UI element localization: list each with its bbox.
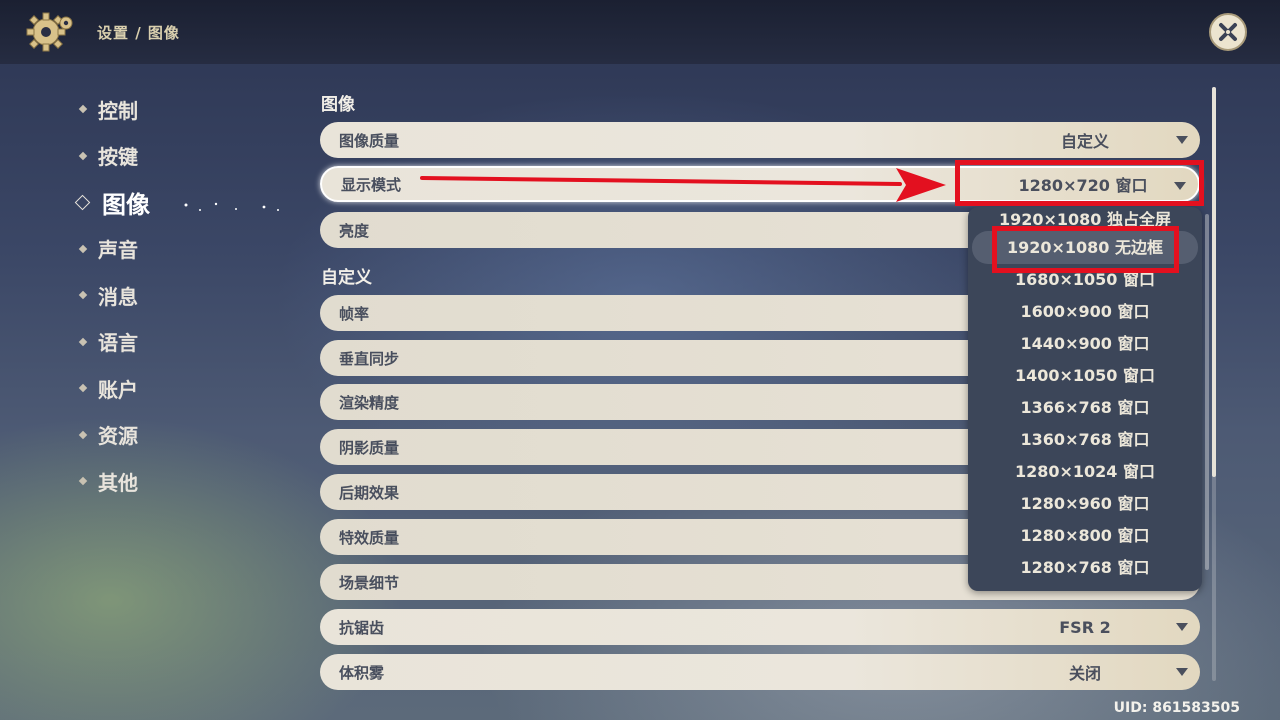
chevron-down-icon xyxy=(1176,623,1188,631)
dropdown-option[interactable]: 1280×960 窗口 xyxy=(968,488,1202,520)
sidebar-item-label: 声音 xyxy=(98,238,138,263)
setting-label: 抗锯齿 xyxy=(339,618,385,637)
setting-label: 后期效果 xyxy=(339,483,400,502)
diamond-icon xyxy=(78,105,88,114)
setting-value: 自定义 xyxy=(1060,132,1109,151)
annotation-arrow-icon xyxy=(420,168,946,202)
annotation-highlight-box-option xyxy=(992,226,1179,273)
dropdown-option[interactable]: 1366×768 窗口 xyxy=(968,392,1202,424)
sidebar-item-label: 消息 xyxy=(98,284,138,309)
diamond-icon xyxy=(78,291,88,300)
dropdown-option[interactable]: 1360×768 窗口 xyxy=(968,424,1202,456)
dropdown-option[interactable]: 1280×1024 窗口 xyxy=(968,456,1202,488)
top-bar: 设置 / 图像 xyxy=(0,0,1280,64)
diamond-icon xyxy=(78,477,88,486)
diamond-icon xyxy=(78,244,88,253)
sidebar-item-resources[interactable]: 资源 xyxy=(76,412,150,459)
dropdown-option[interactable]: 1400×1050 窗口 xyxy=(968,360,1202,392)
diamond-icon xyxy=(78,430,88,439)
dropdown-option[interactable]: 1280×768 窗口 xyxy=(968,552,1202,584)
section-title-graphics: 图像 xyxy=(321,95,355,115)
sidebar-item-label: 图像 xyxy=(102,190,150,219)
setting-row-image-quality[interactable]: 图像质量 自定义 xyxy=(320,122,1200,158)
section-title-custom: 自定义 xyxy=(321,268,372,288)
dropdown-option[interactable]: 1600×900 窗口 xyxy=(968,296,1202,328)
close-x-icon xyxy=(1219,23,1237,41)
setting-label: 显示模式 xyxy=(341,175,402,194)
sidebar-item-label: 控制 xyxy=(98,98,138,123)
setting-row-antialiasing[interactable]: 抗锯齿 FSR 2 xyxy=(320,609,1200,645)
setting-label: 图像质量 xyxy=(339,131,400,150)
sidebar-item-label: 其他 xyxy=(98,470,138,495)
diamond-icon xyxy=(78,151,88,160)
setting-label: 阴影质量 xyxy=(339,438,400,457)
dropdown-scrollbar[interactable] xyxy=(1205,214,1209,570)
dropdown-option[interactable]: 1440×900 窗口 xyxy=(968,328,1202,360)
gear-icon xyxy=(26,12,73,52)
settings-scrollbar-thumb[interactable] xyxy=(1212,87,1216,477)
setting-label: 垂直同步 xyxy=(339,349,400,368)
sidebar-item-other[interactable]: 其他 xyxy=(76,458,150,505)
diamond-outline-icon xyxy=(74,194,91,211)
dropdown-option[interactable]: 1280×800 窗口 xyxy=(968,520,1202,552)
close-button[interactable] xyxy=(1209,13,1247,51)
sidebar-item-label: 按键 xyxy=(98,145,138,170)
sidebar-item-audio[interactable]: 声音 xyxy=(76,226,150,273)
diamond-icon xyxy=(78,384,88,393)
setting-label: 帧率 xyxy=(339,304,370,323)
sidebar-item-label: 资源 xyxy=(98,424,138,449)
setting-label: 渲染精度 xyxy=(339,393,400,412)
uid-label: UID: 861583505 xyxy=(1113,700,1240,716)
sidebar-item-account[interactable]: 账户 xyxy=(76,365,150,412)
setting-label: 特效质量 xyxy=(339,528,400,547)
setting-label: 亮度 xyxy=(339,221,370,240)
chevron-down-icon xyxy=(1176,668,1188,676)
sidebar-item-keys[interactable]: 按键 xyxy=(76,133,150,180)
sidebar-item-label: 语言 xyxy=(98,331,138,356)
sidebar-item-messages[interactable]: 消息 xyxy=(76,272,150,319)
sidebar-nav: 控制 按键 图像 声音 消息 语言 账户 资源 其他 xyxy=(74,86,279,505)
setting-label: 场景细节 xyxy=(339,573,400,592)
breadcrumb: 设置 / 图像 xyxy=(97,24,180,42)
sidebar-item-graphics[interactable]: 图像 xyxy=(74,179,279,226)
setting-row-volumetric-fog[interactable]: 体积雾 关闭 xyxy=(320,654,1200,690)
setting-value: 关闭 xyxy=(1068,664,1101,683)
setting-label: 体积雾 xyxy=(339,663,385,682)
sidebar-item-language[interactable]: 语言 xyxy=(76,319,150,366)
annotation-highlight-box-current xyxy=(955,160,1204,206)
diamond-icon xyxy=(78,337,88,346)
chevron-down-icon xyxy=(1176,136,1188,144)
sidebar-item-controls[interactable]: 控制 xyxy=(76,86,150,133)
setting-value: FSR 2 xyxy=(1059,617,1111,637)
sidebar-item-label: 账户 xyxy=(98,377,138,402)
